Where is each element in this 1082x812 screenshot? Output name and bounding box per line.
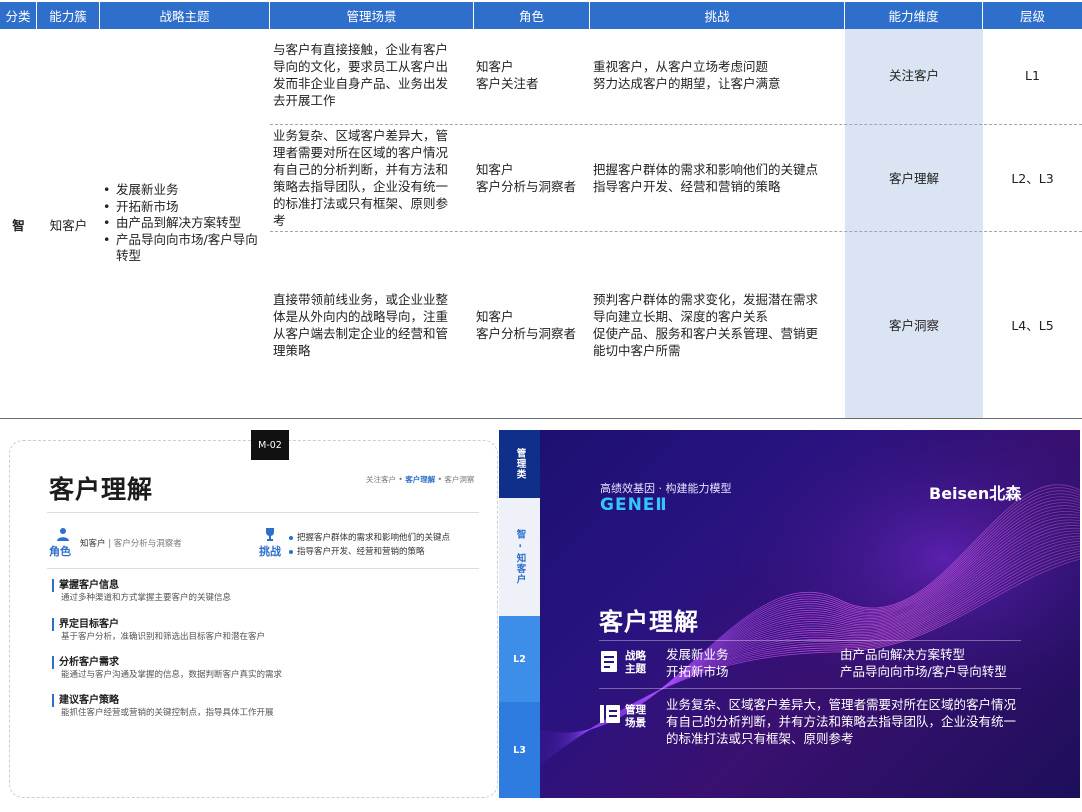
tab-management: 管理类	[499, 430, 540, 498]
challenge-item: 把握客户群体的需求和影响他们的关键点	[288, 531, 450, 545]
skill-title: 建议客户策略	[59, 695, 119, 706]
breadcrumb-active: 客户理解	[405, 475, 436, 484]
row2-dimension: 客户理解	[888, 170, 939, 186]
header-challenge: 挑战	[590, 2, 845, 29]
header-dimension: 能力维度	[845, 2, 983, 29]
challenge-list: 把握客户群体的需求和影响他们的关键点 指导客户开发、经营和营销的策略	[288, 531, 450, 559]
challenge-item: 指导客户开发、经营和营销的策略	[288, 545, 450, 559]
skill-title: 掌握客户信息	[59, 580, 119, 591]
skill-desc: 能通过与客户沟通及掌握的信息，数据判断客户真实的需求	[52, 669, 282, 682]
skill-title: 界定目标客户	[59, 619, 119, 630]
row3-challenge: 预判客户群体的需求变化，发掘潜在需求 导向建立长期、深度的客户关系 促使产品、服…	[593, 292, 819, 358]
skill-item: 建议客户策略 能抓住客户经营或营销的关键控制点，指导具体工作开展	[52, 694, 274, 720]
row3-dimension: 客户洞察	[888, 317, 939, 333]
skill-desc: 基于客户分析，准确识别和筛选出目标客户和潜在客户	[52, 631, 265, 644]
strategy-label: 战略 主题	[625, 650, 646, 675]
card-divider	[47, 512, 479, 513]
strategy-item: 开拓新市场	[666, 664, 729, 679]
strategy-theme-item: 开拓新市场	[100, 199, 270, 216]
row3-scene: 直接带领前线业务，或企业业整 体是从外向内的战略导向，注重 从客户端去制定企业的…	[273, 292, 449, 358]
row2-scene: 业务复杂、区域客户差异大，管 理者需要对所在区域的客户情况 有自己的分析判断，并…	[273, 128, 449, 228]
strategy-theme-item: 产品导向向市场/客户导向转型	[100, 232, 270, 265]
strategy-item: 产品导向向市场/客户导向转型	[840, 664, 1007, 679]
header-role: 角色	[474, 2, 590, 29]
skill-item: 界定目标客户 基于客户分析，准确识别和筛选出目标客户和潜在客户	[52, 618, 265, 644]
skill-item: 分析客户需求 能通过与客户沟通及掌握的信息，数据判断客户真实的需求	[52, 656, 282, 682]
row-divider	[270, 231, 1082, 232]
header-scene: 管理场景	[270, 2, 474, 29]
table-bottom-border	[0, 418, 1082, 419]
trophy-icon	[266, 528, 274, 541]
brand-logo: Beisen北森	[929, 484, 1022, 503]
strategy-themes: 发展新业务 开拓新市场 由产品到解决方案转型 产品导向向市场/客户导向转型	[100, 182, 270, 265]
row3-level: L4、L5	[1011, 317, 1054, 333]
breadcrumb-next: • 客户洞察	[435, 475, 475, 484]
card-title: 客户理解	[49, 475, 154, 504]
row3-role: 知客户 客户分析与洞察者	[476, 309, 577, 341]
challenge-label: 挑战	[259, 545, 281, 558]
card-tag: M-02	[251, 430, 289, 460]
cluster-cell: 知客户	[49, 217, 88, 233]
header-level: 层级	[983, 2, 1082, 29]
header-strategy: 战略主题	[100, 2, 270, 29]
strategy-theme-item: 由产品到解决方案转型	[100, 215, 270, 232]
header-cluster: 能力簇	[37, 2, 100, 29]
side-tabs: 管理类 智 - 知客户 L2 L3	[499, 430, 540, 798]
row2-role: 知客户 客户分析与洞察者	[476, 162, 577, 194]
tab-cluster: 智 - 知客户	[499, 498, 540, 616]
skill-desc: 能抓住客户经营或营销的关键控制点，指导具体工作开展	[52, 707, 274, 720]
role-sub: 客户分析与洞察者	[113, 539, 182, 549]
row-divider	[270, 124, 1082, 125]
row1-challenge: 重视客户，从客户立场考虑问题 努力达成客户的期望，让客户满意	[593, 59, 781, 91]
row1-level: L1	[1025, 67, 1040, 83]
row2-level: L2、L3	[1011, 170, 1054, 186]
scene-text: 业务复杂、区域客户差异大，管理者需要对所在区域的客户情况有自己的分析判断，并有方…	[666, 697, 1017, 746]
tab-level-l2: L2	[499, 616, 540, 702]
user-icon	[57, 528, 69, 541]
banner-subtitle: 高绩效基因 · 构建能力模型	[600, 482, 732, 495]
banner-title: 客户理解	[599, 608, 699, 636]
tab-level-l3: L3	[499, 702, 540, 798]
header-category: 分类	[0, 2, 37, 29]
breadcrumb-prev: 关注客户 •	[366, 475, 406, 484]
strategy-item: 由产品向解决方案转型	[840, 647, 966, 662]
document-icon	[601, 651, 617, 672]
card-divider	[47, 568, 479, 569]
row1-dimension: 关注客户	[888, 67, 939, 83]
row1-role: 知客户 客户关注者	[476, 59, 539, 91]
row2-challenge: 把握客户群体的需求和影响他们的关键点 指导客户开发、经营和营销的策略	[593, 162, 819, 194]
model-banner: 管理类 智 - 知客户 L2 L3 高绩效基因 · 构建能力模型 GENEⅡ B…	[499, 430, 1080, 798]
scene-label: 管理 场景	[625, 704, 646, 729]
role-label: 角色	[49, 545, 71, 558]
role-text: 知客户 | 客户分析与洞察者	[80, 537, 182, 549]
banner-divider	[599, 688, 1021, 689]
row1-scene: 与客户有直接接触，企业有客户 导向的文化，要求员工从客户出 发而非企业自身产品、…	[273, 42, 449, 108]
skill-desc: 通过多种渠道和方式掌握主要客户的关键信息	[52, 592, 231, 605]
banner-divider	[599, 640, 1021, 641]
gene-logo: GENEⅡ	[600, 495, 668, 515]
breadcrumb: 关注客户 • 客户理解 • 客户洞察	[366, 474, 474, 485]
role-main: 知客户	[80, 539, 106, 549]
skill-title: 分析客户需求	[59, 657, 119, 668]
strategy-theme-item: 发展新业务	[100, 182, 270, 199]
scene-icon	[600, 705, 620, 723]
category-cell: 智	[12, 217, 25, 233]
skill-item: 掌握客户信息 通过多种渠道和方式掌握主要客户的关键信息	[52, 579, 231, 605]
strategy-item: 发展新业务	[666, 647, 729, 662]
